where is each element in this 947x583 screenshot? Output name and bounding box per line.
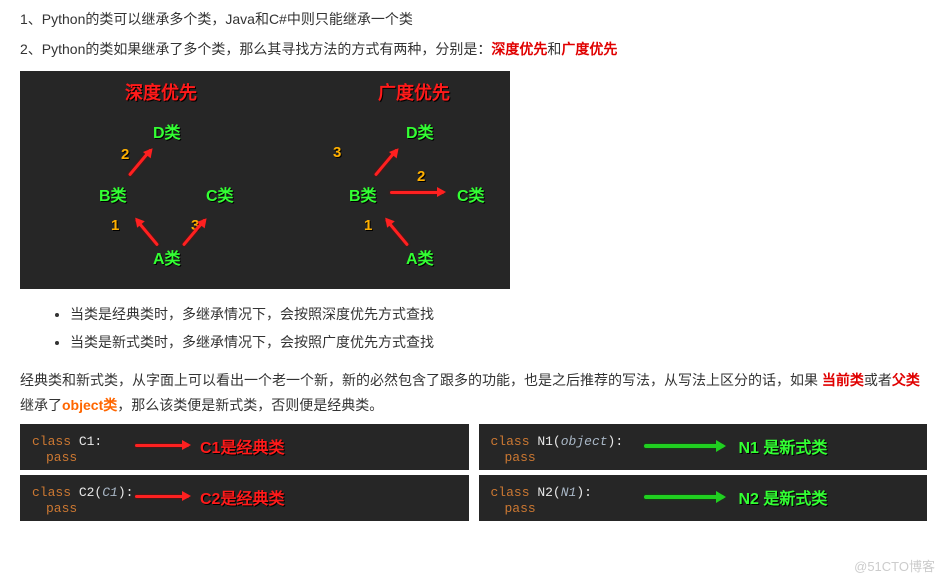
n1-sig-a: N1( <box>530 434 561 449</box>
arrow-2-left <box>128 148 152 176</box>
depth-first-title: 深度优先 <box>125 79 197 105</box>
num-1-right: 1 <box>364 217 372 234</box>
bullet-1: 当类是经典类时，多继承情况下，会按照深度优先方式查找 <box>70 303 927 325</box>
depth-first-label: 深度优先 <box>491 41 547 57</box>
arrow-n2 <box>644 495 724 499</box>
c2-sig-a: C2( <box>71 485 102 500</box>
e4: 父类 <box>892 372 920 388</box>
node-d-right: D类 <box>406 119 434 143</box>
node-a-right: A类 <box>406 245 434 269</box>
annot-c2: C2是经典类 <box>200 485 284 509</box>
arrow-c2 <box>135 495 189 498</box>
c2-sig-c: ): <box>118 485 134 500</box>
c1-sig: C1: <box>71 434 102 449</box>
kw-class-n2: class <box>491 485 530 500</box>
c2-param: C1 <box>102 485 118 500</box>
code-c2: class C2(C1): pass C2是经典类 <box>20 475 469 521</box>
arrow-1-right <box>385 218 409 246</box>
e2: 当前类 <box>822 372 864 388</box>
n2-param: N1 <box>561 485 577 500</box>
annot-n2: N2 是新式类 <box>739 485 828 509</box>
paragraph-2: 2、Python的类如果继承了多个类，那么其寻找方法的方式有两种，分别是：深度优… <box>20 38 927 60</box>
e3: 或者 <box>864 372 892 388</box>
node-b-right: B类 <box>349 182 377 206</box>
e7: ，那么该类便是新式类，否则便是经典类。 <box>117 397 383 413</box>
arrow-1-left <box>135 218 159 246</box>
bullet-list: 当类是经典类时，多继承情况下，会按照深度优先方式查找 当类是新式类时，多继承情况… <box>70 303 927 354</box>
paragraph-1: 1、Python的类可以继承多个类，Java和C#中则只能继承一个类 <box>20 8 927 30</box>
n2-sig-c: ): <box>576 485 592 500</box>
code-row-2: class C2(C1): pass C2是经典类 class N2(N1): … <box>20 475 927 521</box>
kw-class-n1: class <box>491 434 530 449</box>
p2-text: 2、Python的类如果继承了多个类，那么其寻找方法的方式有两种，分别是： <box>20 41 491 57</box>
n1-sig-c: ): <box>608 434 624 449</box>
e6-object: object类 <box>62 397 117 413</box>
annot-c1: C1是经典类 <box>200 434 284 458</box>
node-c-left: C类 <box>206 182 234 206</box>
n1-pass: pass <box>505 450 916 465</box>
num-1-left: 1 <box>111 217 119 234</box>
code-n2: class N2(N1): pass N2 是新式类 <box>479 475 928 521</box>
breadth-first-title: 广度优先 <box>378 79 450 105</box>
n2-pass: pass <box>505 501 916 516</box>
arrow-3-right <box>374 148 398 176</box>
num-2-left: 2 <box>121 146 129 163</box>
code-c1: class C1: pass C1是经典类 <box>20 424 469 470</box>
kw-class: class <box>32 434 71 449</box>
kw-class-c2: class <box>32 485 71 500</box>
node-c-right: C类 <box>457 182 485 206</box>
p2-and: 和 <box>547 41 561 57</box>
node-a-left: A类 <box>153 245 181 269</box>
num-3-right: 3 <box>333 144 341 161</box>
breadth-first-label: 广度优先 <box>561 41 617 57</box>
e5: 继承了 <box>20 397 62 413</box>
e1: 经典类和新式类，从字面上可以看出一个老一个新，新的必然包含了跟多的功能，也是之后… <box>20 372 822 388</box>
explanation: 经典类和新式类，从字面上可以看出一个老一个新，新的必然包含了跟多的功能，也是之后… <box>20 368 927 418</box>
num-2-right: 2 <box>417 168 425 185</box>
node-b-left: B类 <box>99 182 127 206</box>
annot-n1: N1 是新式类 <box>739 434 828 458</box>
arrow-c1 <box>135 444 189 447</box>
n2-sig-a: N2( <box>530 485 561 500</box>
node-d-left: D类 <box>153 119 181 143</box>
inheritance-diagram: 深度优先 广度优先 D类 B类 C类 A类 1 2 3 D类 B类 C类 A类 … <box>20 71 510 289</box>
watermark: @51CTO博客 <box>854 556 935 575</box>
code-row-1: class C1: pass C1是经典类 class N1(object): … <box>20 424 927 470</box>
arrow-2-right <box>390 191 444 194</box>
arrow-n1 <box>644 444 724 448</box>
n1-obj: object <box>561 434 608 449</box>
code-n1: class N1(object): pass N1 是新式类 <box>479 424 928 470</box>
bullet-2: 当类是新式类时，多继承情况下，会按照广度优先方式查找 <box>70 331 927 353</box>
